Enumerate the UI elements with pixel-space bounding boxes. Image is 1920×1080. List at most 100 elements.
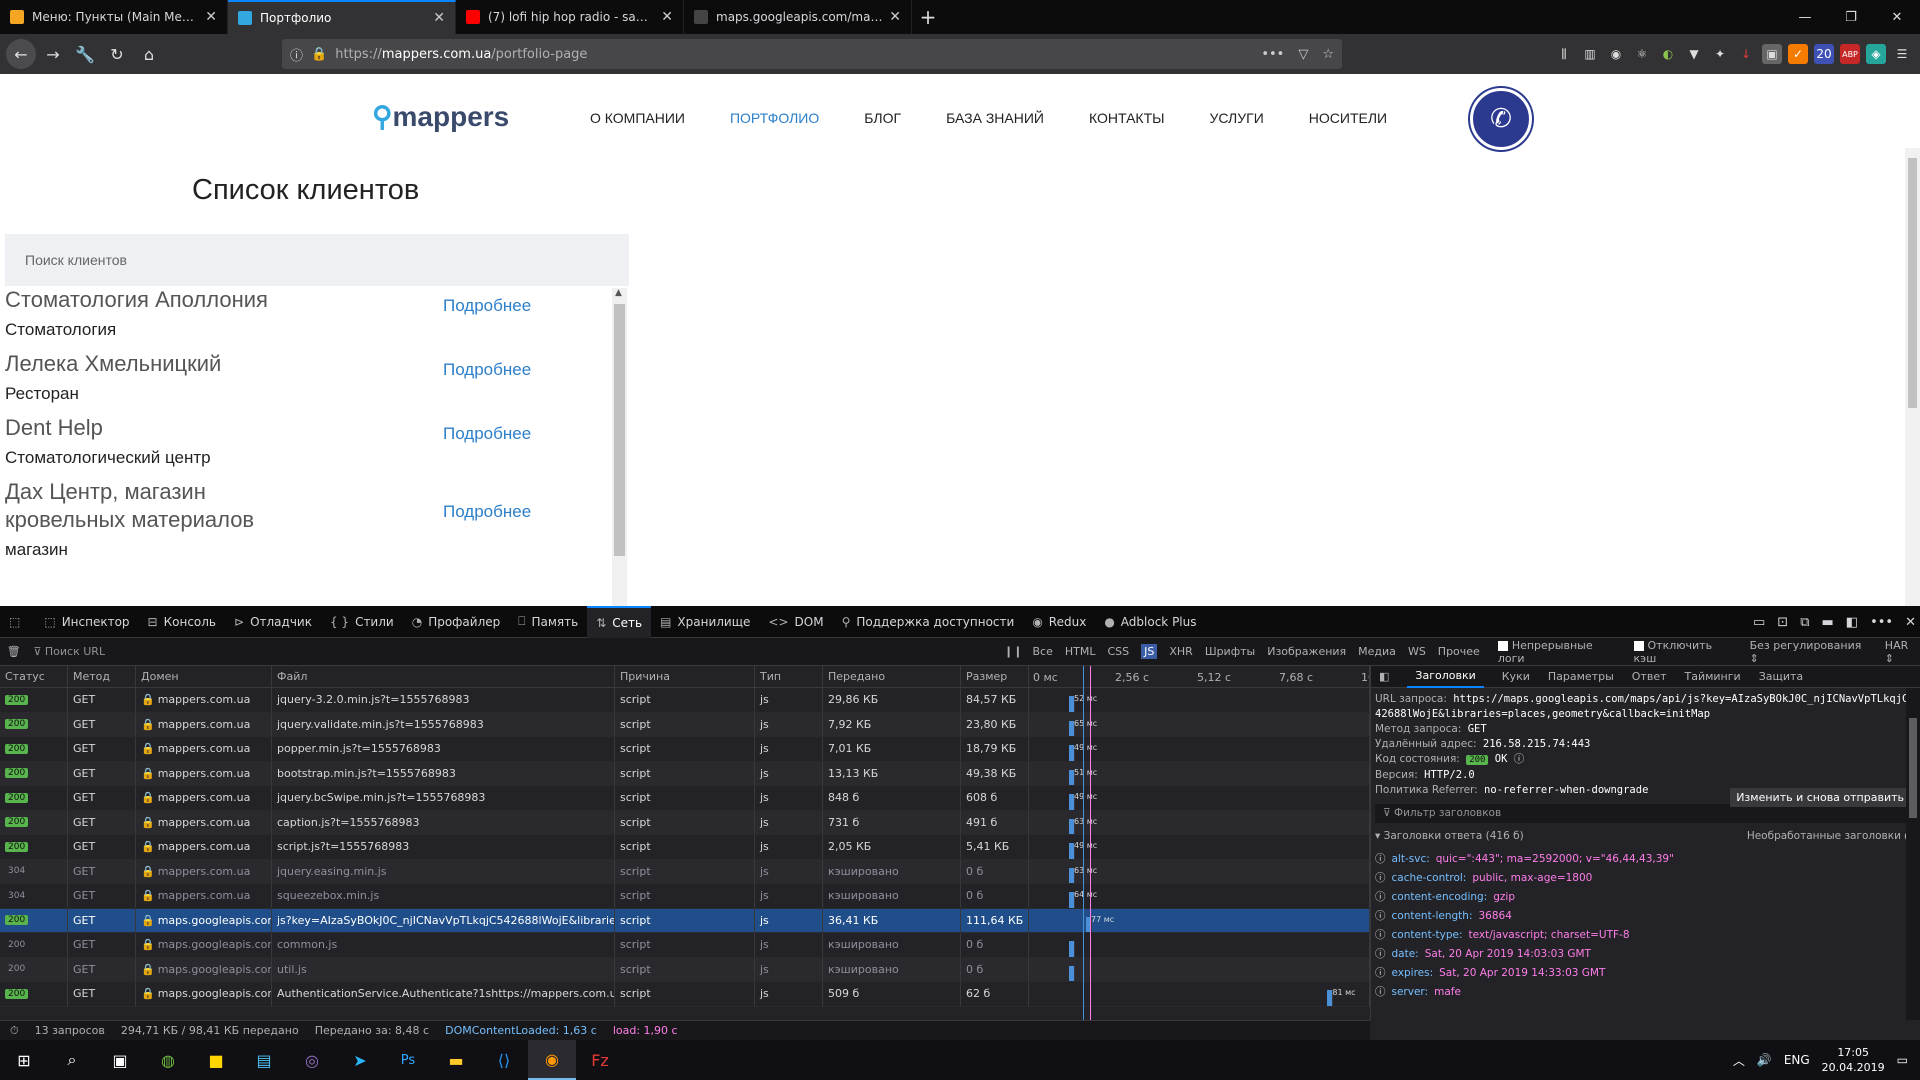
type-filter-button[interactable]: CSS xyxy=(1107,645,1129,658)
devtools-tab[interactable]: ⇅ Сеть xyxy=(587,605,652,638)
screenshot-icon[interactable]: ▣ xyxy=(1762,44,1782,64)
tools-icon[interactable]: 🔧 xyxy=(70,39,100,69)
page-scroll-thumb[interactable] xyxy=(1908,158,1917,408)
download-icon[interactable]: ↓ xyxy=(1736,44,1756,64)
details-tab[interactable]: Параметры xyxy=(1548,670,1614,683)
new-tab-button[interactable]: + xyxy=(912,0,944,34)
bookmark-star-icon[interactable]: ☆ xyxy=(1322,47,1334,62)
pocket-icon[interactable]: ▽ xyxy=(1298,47,1308,62)
library-icon[interactable]: ⫼ xyxy=(1554,44,1574,64)
devtools-tab[interactable]: { } Стили xyxy=(321,606,403,638)
scroll-thumb[interactable] xyxy=(614,304,625,556)
url-filter-input[interactable]: ⊽ Поиск URL xyxy=(27,645,994,658)
reload-icon[interactable]: ⏱ xyxy=(10,1024,19,1038)
client-name[interactable]: Лелека Хмельницкий xyxy=(5,350,295,378)
browser-tab[interactable]: (7) lofi hip hop radio - sad & sle ✕ xyxy=(456,0,684,34)
language-indicator[interactable]: ENG xyxy=(1784,1053,1810,1067)
table-row[interactable]: 200 GET 🔒 mappers.com.ua caption.js?t=155576… xyxy=(0,810,1370,835)
filezilla-icon[interactable]: Fz xyxy=(576,1040,624,1080)
persist-logs-checkbox[interactable]: Непрерывные логи xyxy=(1497,639,1620,665)
client-more-link[interactable]: Подробнее xyxy=(443,424,531,444)
volume-icon[interactable]: 🔊 xyxy=(1757,1053,1772,1067)
notifications-center-icon[interactable]: ▭ xyxy=(1897,1053,1908,1067)
menu-item[interactable]: БЛОГ xyxy=(864,110,901,126)
har-menu[interactable]: HAR ⇕ xyxy=(1885,639,1920,665)
responsive-icon[interactable]: ▭ xyxy=(1753,615,1765,630)
clock[interactable]: 17:05 20.04.2019 xyxy=(1822,1045,1885,1075)
response-headers-toggle[interactable]: ▾ Заголовки ответа (416 б) xyxy=(1375,829,1524,844)
firefox-icon[interactable]: ◉ xyxy=(528,1040,576,1080)
help-icon[interactable]: ⓘ xyxy=(1514,753,1525,765)
restore-icon[interactable]: ❐ xyxy=(1828,0,1874,34)
dock-icon[interactable]: ◧ xyxy=(1846,615,1858,630)
details-tab[interactable]: Заголовки xyxy=(1407,665,1484,688)
extension-icon[interactable]: ◈ xyxy=(1866,44,1886,64)
menu-item[interactable]: КОНТАКТЫ xyxy=(1089,110,1165,126)
devtools-tab[interactable]: ⎕ Память xyxy=(509,606,587,638)
browser-tab[interactable]: Портфолио ✕ xyxy=(228,0,456,34)
photoshop-icon[interactable]: Ps xyxy=(384,1040,432,1080)
more-options-icon[interactable]: ••• xyxy=(1870,615,1893,630)
disable-cache-checkbox[interactable]: Отключить кэш xyxy=(1633,639,1736,665)
minimize-icon[interactable]: — xyxy=(1782,0,1828,34)
bird-icon[interactable]: ✦ xyxy=(1710,44,1730,64)
tab-close-icon[interactable]: ✕ xyxy=(889,9,901,25)
client-name[interactable]: Дах Центр, магазин кровельных материалов xyxy=(5,478,295,534)
store-icon[interactable]: ▤ xyxy=(240,1040,288,1080)
home-button[interactable]: ⌂ xyxy=(134,39,164,69)
back-button[interactable]: ← xyxy=(6,39,36,69)
feed-icon[interactable]: ✓ xyxy=(1788,44,1808,64)
column-header[interactable]: Домен xyxy=(136,666,272,687)
close-window-icon[interactable]: ✕ xyxy=(1874,0,1920,34)
column-header[interactable]: Файл xyxy=(272,666,615,687)
table-row[interactable]: 200 GET 🔒 maps.googleapis.com common.js scrip… xyxy=(0,933,1370,958)
details-tab[interactable]: Тайминги xyxy=(1685,670,1741,683)
devtools-tab[interactable]: <> DOM xyxy=(759,606,832,638)
scroll-up-icon[interactable]: ▲ xyxy=(615,288,622,298)
column-header[interactable]: Причина xyxy=(615,666,755,687)
raw-headers-toggle[interactable]: Необработанные заголовки ⬤ xyxy=(1747,829,1916,844)
close-devtools-icon[interactable]: ✕ xyxy=(1905,615,1916,630)
details-tab[interactable]: Ответ xyxy=(1632,670,1667,683)
task-view-icon[interactable]: ▣ xyxy=(96,1040,144,1080)
sync-icon[interactable]: ◐ xyxy=(1658,44,1678,64)
adblock-icon[interactable]: ABP xyxy=(1840,44,1860,64)
header-help-icon[interactable]: ⓘ xyxy=(1375,926,1386,945)
browser-tab[interactable]: Меню: Пункты (Main Menu) ‹ Ad ✕ xyxy=(0,0,228,34)
vue-icon[interactable]: ▼ xyxy=(1684,44,1704,64)
details-sidebar-icon[interactable]: ◧ xyxy=(1379,670,1389,683)
menu-item[interactable]: О КОМПАНИИ xyxy=(590,110,685,126)
type-filter-button[interactable]: Все xyxy=(1032,645,1052,658)
explorer-icon[interactable]: ▬ xyxy=(432,1040,480,1080)
telegram-icon[interactable]: ➤ xyxy=(336,1040,384,1080)
header-help-icon[interactable]: ⓘ xyxy=(1375,907,1386,926)
tab-close-icon[interactable]: ✕ xyxy=(205,9,217,25)
tab-close-icon[interactable]: ✕ xyxy=(433,10,445,26)
client-name[interactable]: Dent Help xyxy=(5,414,295,442)
client-list-scrollbar[interactable]: ▲ xyxy=(612,288,627,606)
table-row[interactable]: 200 GET 🔒 maps.googleapis.com util.js script j… xyxy=(0,957,1370,982)
header-help-icon[interactable]: ⓘ xyxy=(1375,945,1386,964)
vscode-icon[interactable]: ⟨⟩ xyxy=(480,1040,528,1080)
column-header[interactable]: Передано xyxy=(823,666,961,687)
screenshot-node-icon[interactable]: ⊡ xyxy=(1777,615,1788,630)
table-row[interactable]: 200 GET 🔒 mappers.com.ua script.js?t=1555768… xyxy=(0,835,1370,860)
table-row[interactable]: 200 GET 🔒 mappers.com.ua jquery.validate.min… xyxy=(0,712,1370,737)
type-filter-button[interactable]: Медиа xyxy=(1358,645,1396,658)
sidebar-icon[interactable]: ▥ xyxy=(1580,44,1600,64)
utorrent-icon[interactable]: ◍ xyxy=(144,1040,192,1080)
type-filter-button[interactable]: Шрифты xyxy=(1205,645,1255,658)
column-header[interactable]: Размер xyxy=(961,666,1029,687)
devtools-tab[interactable]: ● Adblock Plus xyxy=(1095,606,1205,638)
pick-element-icon[interactable]: ⬚ xyxy=(0,606,35,638)
trash-icon[interactable]: 🗑 xyxy=(0,645,27,658)
column-header[interactable]: Метод xyxy=(68,666,136,687)
type-filter-button[interactable]: HTML xyxy=(1065,645,1096,658)
tab-close-icon[interactable]: ✕ xyxy=(661,9,673,25)
viber-icon[interactable]: ◎ xyxy=(288,1040,336,1080)
table-row[interactable]: 304 GET 🔒 mappers.com.ua jquery.easing.min.j… xyxy=(0,859,1370,884)
client-more-link[interactable]: Подробнее xyxy=(443,296,531,316)
url-bar[interactable]: ⓘ 🔒 https://mappers.com.ua/portfolio-pag… xyxy=(282,39,1342,69)
header-help-icon[interactable]: ⓘ xyxy=(1375,964,1386,983)
header-help-icon[interactable]: ⓘ xyxy=(1375,850,1386,869)
